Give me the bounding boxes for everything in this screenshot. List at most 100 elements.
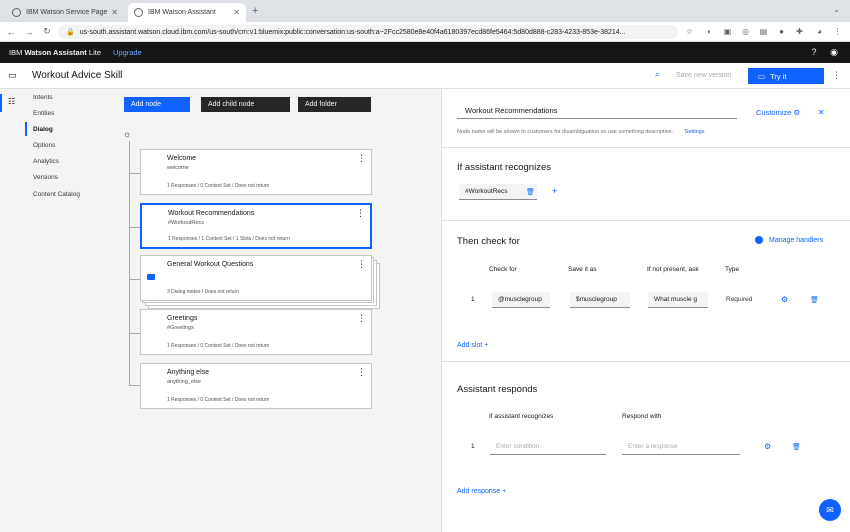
star-icon[interactable]: ☆ xyxy=(684,26,695,37)
node-condition: #Greetings xyxy=(167,325,194,331)
trash-icon[interactable]: 🗑 xyxy=(810,296,819,304)
ibm-favicon-icon xyxy=(134,8,143,17)
nav-item-content-catalog[interactable]: Content Catalog xyxy=(25,187,115,201)
nav-item-options[interactable]: Options xyxy=(25,138,115,152)
extension-icon[interactable]: ◐ xyxy=(704,26,715,37)
dialog-node-welcome[interactable]: Welcome welcome 1 Responses / 0 Context … xyxy=(140,149,372,195)
customize-link[interactable]: Customize ⚙ xyxy=(756,108,800,117)
tab-title: IBM Watson Assistant xyxy=(148,9,216,16)
folder-icon xyxy=(147,274,155,280)
nav-item-entities[interactable]: Entities xyxy=(25,106,115,120)
node-name-field[interactable]: Workout Recommendations xyxy=(457,103,737,119)
help-icon[interactable]: ? xyxy=(808,46,820,58)
col-respond-with: Respond with xyxy=(622,413,662,420)
user-icon[interactable]: ◉ xyxy=(828,46,840,58)
close-icon[interactable]: ✕ xyxy=(818,108,825,117)
avatar[interactable]: ◕ xyxy=(814,26,825,37)
col-check-for: Check for xyxy=(489,266,517,273)
nav-item-dialog[interactable]: Dialog xyxy=(25,122,115,136)
slot-save-as-field[interactable]: $musclegroup xyxy=(570,292,630,308)
extension-icon[interactable]: ▣ xyxy=(722,26,733,37)
skills-icon[interactable]: ☷ xyxy=(8,97,18,107)
add-folder-button[interactable]: Add folder xyxy=(298,97,371,112)
tree-connector xyxy=(129,279,140,280)
chat-launcher-button[interactable]: ✉ xyxy=(819,499,841,521)
url-field[interactable]: 🔒 us-south.assistant.watson.cloud.ibm.co… xyxy=(58,25,678,39)
tree-connector xyxy=(129,227,140,228)
dialog-folder-general-workout-questions[interactable]: General Workout Questions 3 Dialog nodes… xyxy=(140,255,372,301)
add-condition-icon[interactable]: + xyxy=(552,186,557,196)
col-if-not-present: If not present, ask xyxy=(647,266,699,273)
slot-prompt-field[interactable]: What muscle g xyxy=(648,292,708,308)
url-text: us-south.assistant.watson.cloud.ibm.com/… xyxy=(79,28,626,36)
kebab-icon[interactable]: ⋮ xyxy=(357,153,366,164)
extension-icon[interactable]: ▤ xyxy=(758,26,769,37)
try-it-button[interactable]: ▭ Try it xyxy=(748,68,824,84)
gear-icon[interactable]: ⚙ xyxy=(781,295,788,304)
search-icon[interactable]: ⌕ xyxy=(655,70,659,80)
kebab-icon[interactable]: ⋮ xyxy=(832,26,843,37)
trash-icon[interactable]: 🗑 xyxy=(792,443,801,451)
node-title: Welcome xyxy=(167,155,197,162)
nav-item-analytics[interactable]: Analytics xyxy=(25,154,115,168)
node-name-helper: Node name will be shown to customers for… xyxy=(457,129,705,135)
back-icon[interactable]: ← xyxy=(4,27,18,37)
node-title: General Workout Questions xyxy=(167,261,254,268)
dialog-node-workout-recommendations[interactable]: Workout Recommendations #WorkoutRecs 1 R… xyxy=(140,203,372,249)
browser-tab-watson-assistant[interactable]: IBM Watson Assistant ✕ xyxy=(128,3,246,22)
close-icon[interactable]: ✕ xyxy=(233,8,240,17)
save-version-link[interactable]: Save new version xyxy=(676,72,731,79)
github-icon[interactable]: ● xyxy=(776,26,787,37)
chevron-down-icon[interactable]: ⌄ xyxy=(833,5,840,14)
slot-row-number: 1 xyxy=(471,296,475,303)
col-save-it-as: Save it as xyxy=(568,266,597,273)
close-icon[interactable]: ✕ xyxy=(111,8,118,17)
col-if-assistant-recognizes: If assistant recognizes xyxy=(489,413,554,420)
skill-header: ▭ Workout Advice Skill ⌕ Save new versio… xyxy=(0,63,850,89)
tree-connector xyxy=(129,385,140,386)
skill-icon[interactable]: ▭ xyxy=(8,70,17,81)
add-node-button[interactable]: Add node xyxy=(124,97,190,112)
tab-title: IBM Watson Service Page xyxy=(26,9,108,16)
kebab-icon[interactable]: ⋮ xyxy=(357,367,366,378)
tree-connector xyxy=(129,141,130,385)
dialog-node-anything-else[interactable]: Anything else anything_else 1 Responses … xyxy=(140,363,372,409)
browser-tab-service-page[interactable]: IBM Watson Service Page ✕ xyxy=(6,3,124,22)
lightbulb-icon: ☼ xyxy=(123,129,132,139)
left-navigation: ☷ Intents Entities Dialog Options Analyt… xyxy=(0,89,120,532)
node-meta: 1 Responses / 0 Context Set / Does not r… xyxy=(167,183,270,189)
globe-icon xyxy=(12,8,21,17)
kebab-icon[interactable]: ⋮ xyxy=(356,208,365,219)
extension-icon[interactable]: ◎ xyxy=(740,26,751,37)
reload-icon[interactable]: ↻ xyxy=(40,26,54,37)
ibm-header: IBM Watson Assistant Lite Upgrade ? ◉ xyxy=(0,42,850,63)
kebab-icon[interactable]: ⋮ xyxy=(357,313,366,324)
response-condition-field[interactable]: Enter condition xyxy=(490,439,606,455)
trash-icon[interactable]: 🗑 xyxy=(526,188,535,196)
upgrade-link[interactable]: Upgrade xyxy=(113,48,142,57)
dialog-node-greetings[interactable]: Greetings #Greetings 1 Responses / 0 Con… xyxy=(140,309,372,355)
product-name[interactable]: IBM Watson Assistant Lite xyxy=(9,48,101,57)
node-meta: 3 Dialog nodes / Does not return xyxy=(167,289,239,295)
slot-check-for-field[interactable]: @musclegroup xyxy=(492,292,550,308)
kebab-icon[interactable]: ⋮ xyxy=(357,259,366,270)
node-meta: 1 Responses / 0 Context Set / Does not r… xyxy=(167,397,270,403)
forward-icon[interactable]: → xyxy=(22,27,36,37)
response-text-field[interactable]: Enter a response xyxy=(622,439,740,455)
manage-handlers-link[interactable]: Manage handlers xyxy=(755,236,823,244)
check-for-heading: Then check for xyxy=(457,236,520,247)
nav-item-versions[interactable]: Versions xyxy=(25,170,115,184)
gear-icon[interactable]: ⚙ xyxy=(764,442,771,451)
node-condition: #WorkoutRecs xyxy=(168,220,204,226)
node-condition: welcome xyxy=(167,165,189,171)
puzzle-icon[interactable]: ✚ xyxy=(794,26,805,37)
add-slot-link[interactable]: Add slot + xyxy=(457,342,488,349)
add-child-node-button[interactable]: Add child node xyxy=(201,97,290,112)
gear-icon: ⚙ xyxy=(793,108,801,117)
add-response-link[interactable]: Add response + xyxy=(457,488,506,495)
nav-item-intents[interactable]: Intents xyxy=(25,90,115,104)
new-tab-button[interactable]: + xyxy=(252,5,258,17)
settings-link[interactable]: Settings xyxy=(685,129,705,135)
kebab-icon[interactable]: ⋮ xyxy=(832,70,841,81)
slot-type-value[interactable]: Required xyxy=(726,296,752,303)
